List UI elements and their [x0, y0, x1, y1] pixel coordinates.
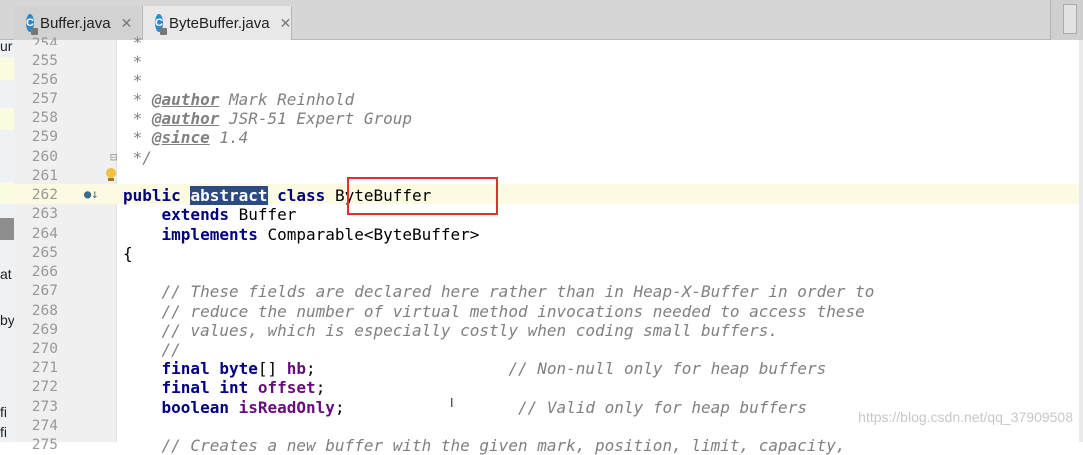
line-number: 256: [31, 72, 58, 88]
watermark: https://blog.csdn.net/qq_37909508: [858, 409, 1073, 425]
line-number: 264: [31, 226, 58, 242]
code-line: * @author Mark Reinhold: [123, 90, 355, 109]
code-line: boolean isReadOnly; // Valid only for he…: [161, 398, 807, 417]
line-number: 269: [31, 322, 58, 338]
code-line: implements Comparable<ByteBuffer>: [161, 225, 480, 244]
line-number: 266: [31, 264, 58, 280]
line-number: 261: [31, 168, 58, 184]
annotation-highlight-box: [347, 177, 498, 215]
tree-item-fragment[interactable]: at: [0, 266, 12, 282]
java-class-icon: C: [155, 14, 167, 35]
code-line: *: [123, 52, 143, 71]
vertical-scrollbar[interactable]: [1079, 40, 1083, 442]
code-line: final byte[] hb; // Non-null only for he…: [161, 359, 827, 378]
tab-label: Buffer.java: [39, 14, 111, 32]
java-class-icon: C: [26, 14, 38, 35]
javadoc-tag: @author: [151, 109, 220, 128]
line-number: 260: [31, 149, 58, 165]
line-number: 265: [31, 245, 58, 261]
line-number: 273: [31, 399, 58, 415]
line-number: 275: [31, 437, 58, 453]
implementation-marker-icon[interactable]: ●↓: [84, 187, 98, 201]
code-line: *: [123, 33, 143, 43]
fold-marker-icon[interactable]: ⊟: [110, 150, 117, 164]
comment-line: //: [161, 340, 181, 359]
lightbulb-icon[interactable]: [106, 168, 116, 181]
code-line: {: [123, 244, 133, 263]
comment-line: // These fields are declared here rather…: [161, 282, 875, 301]
javadoc-tag: @since: [151, 128, 210, 147]
tab-label: ByteBuffer.java: [168, 14, 270, 32]
close-icon[interactable]: ✕: [121, 15, 133, 32]
line-number: 272: [31, 379, 58, 395]
tree-item-fragment[interactable]: ur: [0, 40, 12, 54]
line-number: 271: [31, 360, 58, 376]
comment-line: // Creates a new buffer with the given m…: [161, 436, 846, 455]
close-icon[interactable]: ✕: [280, 15, 292, 32]
tree-item-fragment[interactable]: by: [0, 312, 14, 328]
comment-line: // reduce the number of virtual method i…: [161, 302, 865, 321]
code-line: extends Buffer: [161, 205, 297, 224]
tab-bytebuffer-java[interactable]: C ByteBuffer.java ✕: [142, 6, 292, 40]
line-number: 259: [31, 129, 58, 145]
line-number: 258: [31, 110, 58, 126]
comment-line: // values, which is especially costly wh…: [161, 321, 779, 340]
line-number: 263: [31, 206, 58, 222]
line-number: 262: [31, 187, 58, 203]
tree-item-fragment[interactable]: fi: [0, 404, 7, 420]
editor-tab-bar: C Buffer.java ✕ C ByteBuffer.java ✕: [0, 0, 1083, 40]
line-number: 274: [31, 418, 58, 434]
line-number: 255: [31, 53, 58, 69]
line-number: 270: [31, 341, 58, 357]
code-line: * @author JSR-51 Expert Group: [123, 109, 412, 128]
text-cursor-icon: I: [450, 396, 454, 410]
code-line: final int offset;: [161, 378, 326, 397]
line-number: 257: [31, 91, 58, 107]
tab-scroll-control[interactable]: [1050, 0, 1083, 40]
line-number: 268: [31, 303, 58, 319]
line-number: 254: [31, 36, 58, 45]
code-line: * @since 1.4: [123, 128, 249, 147]
tree-item-fragment[interactable]: fi: [0, 424, 7, 440]
selected-tree-row[interactable]: [0, 218, 14, 240]
project-panel-edge: ur at by fi fi: [0, 40, 14, 442]
code-line: *: [123, 71, 143, 90]
line-number: 267: [31, 283, 58, 299]
selected-keyword[interactable]: abstract: [190, 186, 268, 205]
code-line: */: [123, 148, 152, 167]
javadoc-tag: @author: [151, 90, 220, 109]
